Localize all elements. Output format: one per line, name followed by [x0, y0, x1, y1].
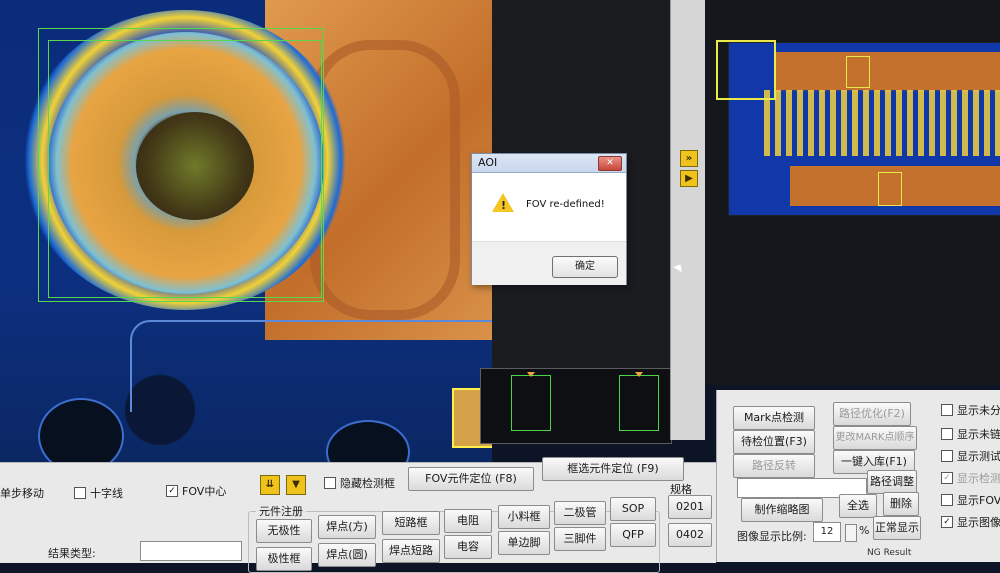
- register-button-sop[interactable]: SOP: [610, 497, 656, 521]
- register-button-nonpolar[interactable]: 无极性: [256, 519, 312, 543]
- filter-locate-button[interactable]: 框选元件定位 (F9): [542, 457, 684, 481]
- checkbox-label: 显示FOV框: [957, 494, 1000, 507]
- region-box[interactable]: [878, 172, 902, 206]
- mark-detect-button[interactable]: Mark点检测: [733, 406, 815, 430]
- show-image-checkbox[interactable]: ✓ 显示图像: [941, 514, 1000, 530]
- down-arrow-icon[interactable]: ▼: [286, 475, 306, 495]
- zoom-input[interactable]: 12: [813, 522, 841, 542]
- checkbox-label: 显示未链接: [957, 428, 1000, 441]
- fov-center-checkbox[interactable]: ✓ FOV中心: [166, 483, 226, 499]
- make-thumbnail-button[interactable]: 制作缩略图: [741, 498, 823, 522]
- detect-frame[interactable]: [48, 40, 322, 298]
- marker-triangle-icon: [635, 372, 643, 377]
- crosshair-checkbox[interactable]: 十字线: [74, 485, 123, 501]
- register-button-solder-square[interactable]: 焊点(方): [318, 515, 376, 539]
- panel-splitter[interactable]: » ▶: [670, 0, 705, 440]
- show-fov-box-checkbox[interactable]: 显示FOV框: [941, 492, 1000, 508]
- dialog-title: AOI: [478, 156, 498, 169]
- dialog-titlebar[interactable]: AOI ✕: [472, 154, 626, 173]
- camera-view-left[interactable]: [0, 0, 492, 462]
- delete-button[interactable]: 删除: [883, 492, 919, 516]
- dialog-footer: 确定: [472, 241, 626, 285]
- zoom-unit: %: [859, 524, 870, 537]
- show-unassigned-checkbox[interactable]: 显示未分配框: [941, 402, 1000, 418]
- register-button-small-part[interactable]: 小料框: [498, 505, 550, 529]
- ok-button[interactable]: 确定: [552, 256, 618, 278]
- mounting-hole: [326, 420, 410, 462]
- step-move-option[interactable]: 单步移动: [0, 485, 44, 501]
- result-type-label: 结果类型:: [48, 547, 96, 560]
- step-move-label: 单步移动: [0, 487, 44, 500]
- control-panel: 单步移动 十字线 ✓ FOV中心 ⇊ ▼ 隐藏检测框 FOV元件定位 (F8) …: [0, 457, 716, 573]
- fov-thumbnail-box[interactable]: [511, 375, 551, 431]
- fov-thumbnail-box[interactable]: [619, 375, 659, 431]
- copper-strip: [774, 52, 1000, 92]
- spec-button-0402[interactable]: 0402: [668, 523, 712, 547]
- checkbox-label: 显示未分配框: [957, 404, 1000, 417]
- select-all-button[interactable]: 全选: [839, 494, 877, 518]
- checkbox[interactable]: [324, 477, 336, 489]
- region-box[interactable]: [846, 56, 870, 88]
- register-button-diode[interactable]: 二极管: [554, 501, 606, 525]
- checkbox[interactable]: ✓: [941, 472, 953, 484]
- status-text: NG Result: [867, 548, 912, 558]
- register-button-capacitor[interactable]: 电容: [444, 535, 492, 559]
- show-detect-area-checkbox[interactable]: ✓ 显示检测区: [941, 470, 1000, 486]
- path-reverse-button[interactable]: 路径反转: [733, 454, 815, 478]
- path-optimize-button[interactable]: 路径优化(F2): [833, 402, 911, 426]
- zoom-label: 图像显示比例:: [737, 530, 807, 543]
- checkbox[interactable]: [941, 450, 953, 462]
- fov-locate-button[interactable]: FOV元件定位 (F8): [408, 467, 534, 491]
- hide-detect-box-label: 隐藏检测框: [340, 477, 395, 490]
- checkbox[interactable]: ✓: [941, 516, 953, 528]
- double-down-arrow-icon[interactable]: ⇊: [260, 475, 280, 495]
- element-register-label: 元件注册: [256, 503, 306, 519]
- register-button-solder-short[interactable]: 焊点短路: [382, 539, 440, 563]
- register-button-solder-round[interactable]: 焊点(圆): [318, 543, 376, 567]
- checkbox-label: 显示图像: [957, 516, 1000, 529]
- mark-point-box[interactable]: [716, 40, 776, 100]
- dialog-body: ! FOV re-defined!: [472, 173, 626, 241]
- change-mark-order-button[interactable]: 更改MARK点顺序: [833, 426, 917, 450]
- hide-detect-box-checkbox[interactable]: 隐藏检测框: [324, 475, 395, 491]
- register-button-polar-box[interactable]: 极性框: [256, 547, 312, 571]
- register-button-single-side-pin[interactable]: 单边脚: [498, 531, 550, 555]
- register-button-short-box[interactable]: 短路框: [382, 511, 440, 535]
- fov-center-label: FOV中心: [182, 485, 227, 498]
- double-right-arrow-icon[interactable]: »: [680, 150, 698, 167]
- path-control-panel: Mark点检测 路径优化(F2) 待检位置(F3) 更改MARK点顺序 路径反转…: [716, 390, 1000, 562]
- wait-position-button[interactable]: 待检位置(F3): [733, 430, 815, 454]
- crosshair-label: 十字线: [90, 487, 123, 500]
- register-button-resistor[interactable]: 电阻: [444, 509, 492, 533]
- checkbox-label: 显示测试框: [957, 450, 1000, 463]
- mounting-hole: [38, 398, 124, 462]
- checkbox[interactable]: [941, 428, 953, 440]
- checkbox[interactable]: [74, 487, 86, 499]
- register-button-qfp[interactable]: QFP: [610, 523, 656, 547]
- aoi-alert-dialog: AOI ✕ ! FOV re-defined! 确定: [471, 153, 627, 285]
- marker-triangle-icon: [527, 372, 535, 377]
- show-test-box-checkbox[interactable]: 显示测试框: [941, 448, 1000, 464]
- register-button-three-pin[interactable]: 三脚件: [554, 527, 606, 551]
- close-icon[interactable]: ✕: [598, 156, 622, 171]
- checkbox[interactable]: [941, 404, 953, 416]
- pcb-trace: [130, 320, 492, 412]
- checkbox-label: 显示检测区: [957, 472, 1000, 485]
- zoom-spinner[interactable]: [845, 524, 857, 542]
- fov-thumbnail-strip[interactable]: [480, 368, 672, 444]
- component-rows: [764, 90, 1000, 156]
- spec-button-0201[interactable]: 0201: [668, 495, 712, 519]
- show-unlinked-checkbox[interactable]: 显示未链接: [941, 426, 1000, 442]
- checkbox[interactable]: ✓: [166, 485, 178, 497]
- right-arrow-icon[interactable]: ▶: [680, 170, 698, 187]
- result-type-field[interactable]: [140, 541, 242, 561]
- normal-display-button[interactable]: 正常显示: [873, 516, 921, 540]
- path-adjust-button[interactable]: 路径调整: [867, 470, 917, 494]
- checkbox[interactable]: [941, 494, 953, 506]
- dialog-message: FOV re-defined!: [526, 199, 605, 210]
- warning-mark: !: [501, 199, 507, 212]
